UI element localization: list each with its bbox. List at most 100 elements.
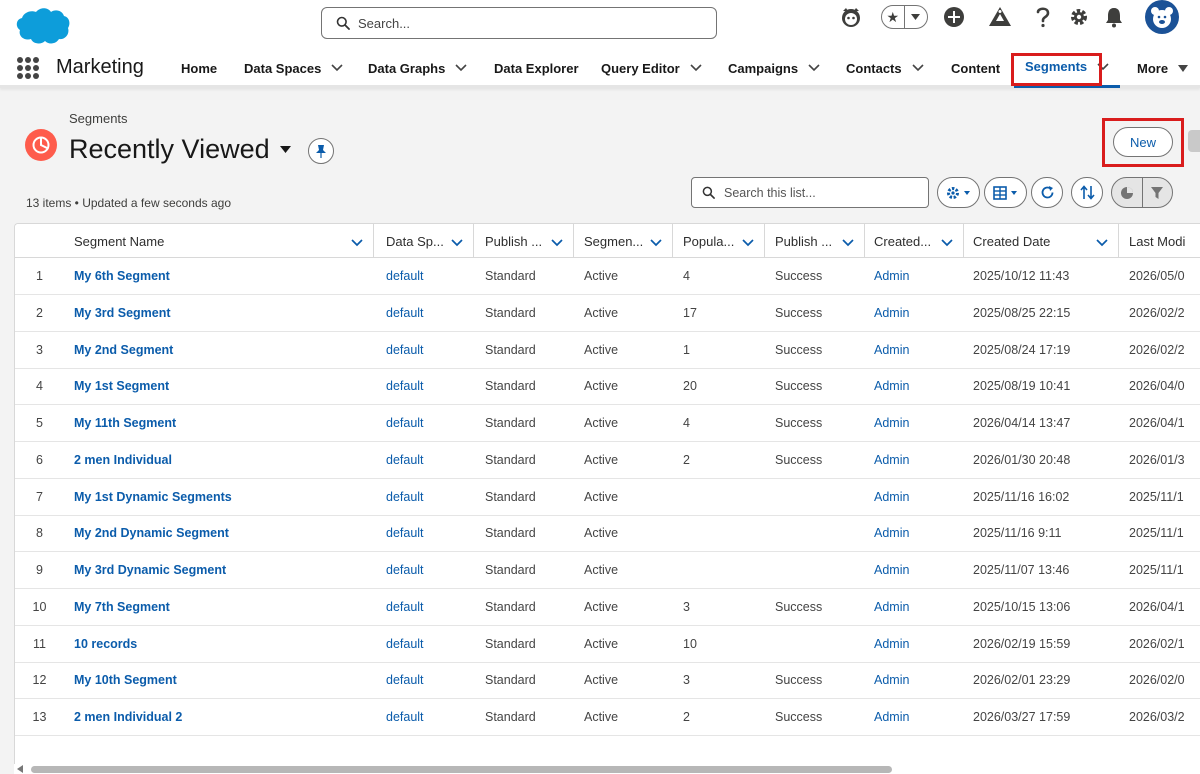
chevron-down-icon[interactable] <box>808 64 820 72</box>
table-row[interactable]: 6 2 men Individual default Standard Active 2 S… <box>15 442 1200 479</box>
cell-segment-name[interactable]: My 2nd Dynamic Segment <box>64 515 374 551</box>
table-row[interactable]: 5 My 11th Segment default Standard Active 4 Su… <box>15 405 1200 442</box>
chevron-down-icon[interactable] <box>1096 235 1108 250</box>
favorites-group[interactable]: ★ <box>881 5 928 29</box>
cell-created-by[interactable]: Admin <box>864 479 964 515</box>
table-row[interactable]: 11 10 records default Standard Active 10 Admin… <box>15 626 1200 663</box>
column-header-created-date[interactable]: Created Date <box>963 224 1119 258</box>
side-panel-toggle[interactable] <box>1188 130 1200 152</box>
nav-item-segments[interactable]: Segments <box>1014 48 1120 88</box>
table-row[interactable]: 8 My 2nd Dynamic Segment default Standard Ac… <box>15 515 1200 553</box>
table-row[interactable]: 1 My 6th Segment default Standard Active 4 Suc… <box>15 258 1200 295</box>
nav-item-data-spaces[interactable]: Data Spaces <box>244 48 343 88</box>
column-header-publish-status[interactable]: Publish ... <box>765 224 865 258</box>
cell-data-space[interactable]: default <box>376 295 474 331</box>
cell-segment-name[interactable]: My 3rd Dynamic Segment <box>64 552 374 588</box>
cell-segment-name[interactable]: My 2nd Segment <box>64 332 374 368</box>
filter-icon[interactable] <box>1143 178 1173 207</box>
cell-segment-name[interactable]: My 3rd Segment <box>64 295 374 331</box>
user-avatar-icon[interactable] <box>1145 0 1179 34</box>
cell-segment-name[interactable]: My 6th Segment <box>64 258 374 294</box>
table-row[interactable]: 2 My 3rd Segment default Standard Active 17 Su… <box>15 295 1200 332</box>
global-search-input[interactable]: Search... <box>321 7 717 39</box>
cell-segment-name[interactable]: My 1st Segment <box>64 368 374 404</box>
list-search-input[interactable]: Search this list... <box>691 177 929 208</box>
trailhead-icon[interactable] <box>987 0 1013 34</box>
chevron-down-icon[interactable] <box>690 64 702 72</box>
column-header-created-by[interactable]: Created... <box>864 224 964 258</box>
new-button[interactable]: New <box>1113 127 1173 157</box>
setup-gear-icon[interactable] <box>1068 0 1090 34</box>
cell-data-space[interactable]: default <box>376 626 474 662</box>
cell-data-space[interactable]: default <box>376 368 474 404</box>
list-settings-button[interactable] <box>937 177 980 208</box>
chevron-down-icon[interactable] <box>455 64 467 72</box>
scrollbar-thumb[interactable] <box>31 766 892 773</box>
column-header-data-space[interactable]: Data Sp... <box>376 224 474 258</box>
cell-segment-name[interactable]: 10 records <box>64 626 374 662</box>
cell-segment-name[interactable]: My 7th Segment <box>64 589 374 625</box>
chevron-down-icon[interactable] <box>1178 64 1189 72</box>
chevron-down-icon[interactable] <box>331 64 343 72</box>
cell-data-space[interactable]: default <box>376 442 474 478</box>
nav-item-home[interactable]: Home <box>181 48 217 88</box>
cell-created-by[interactable]: Admin <box>864 589 964 625</box>
nav-item-contacts[interactable]: Contacts <box>846 48 924 88</box>
column-header-population[interactable]: Popula... <box>673 224 765 258</box>
nav-item-campaigns[interactable]: Campaigns <box>728 48 820 88</box>
cell-created-by[interactable]: Admin <box>864 295 964 331</box>
favorites-star-icon[interactable]: ★ <box>882 6 905 28</box>
table-row[interactable]: 7 My 1st Dynamic Segments default Standard A… <box>15 479 1200 516</box>
table-row[interactable]: 10 My 7th Segment default Standard Active 3 Su… <box>15 589 1200 626</box>
cell-created-by[interactable]: Admin <box>864 258 964 294</box>
cell-data-space[interactable]: default <box>376 552 474 588</box>
cell-data-space[interactable]: default <box>376 332 474 368</box>
cell-data-space[interactable]: default <box>376 589 474 625</box>
cell-segment-name[interactable]: My 11th Segment <box>64 405 374 441</box>
cell-data-space[interactable]: default <box>376 662 474 698</box>
add-icon[interactable] <box>942 0 966 34</box>
sort-button[interactable] <box>1071 177 1103 208</box>
chevron-down-icon[interactable] <box>1097 62 1109 71</box>
cell-data-space[interactable]: default <box>376 515 474 551</box>
column-header-last-modified[interactable]: Last Modi <box>1119 224 1200 258</box>
chevron-down-icon[interactable] <box>650 235 662 250</box>
cell-created-by[interactable]: Admin <box>864 368 964 404</box>
cell-created-by[interactable]: Admin <box>864 332 964 368</box>
column-header-segment-status[interactable]: Segmen... <box>574 224 673 258</box>
table-row[interactable]: 13 2 men Individual 2 default Standard Activ… <box>15 699 1200 736</box>
astro-icon[interactable] <box>838 0 864 34</box>
chevron-down-icon[interactable] <box>742 235 754 250</box>
cell-segment-name[interactable]: 2 men Individual <box>64 442 374 478</box>
notification-bell-icon[interactable] <box>1103 0 1125 34</box>
cell-created-by[interactable]: Admin <box>864 442 964 478</box>
cell-created-by[interactable]: Admin <box>864 552 964 588</box>
help-icon[interactable] <box>1034 0 1052 34</box>
cell-segment-name[interactable]: My 10th Segment <box>64 662 374 698</box>
display-as-button[interactable] <box>984 177 1027 208</box>
nav-item-query-editor[interactable]: Query Editor <box>601 48 702 88</box>
cell-created-by[interactable]: Admin <box>864 405 964 441</box>
horizontal-scrollbar[interactable] <box>14 764 1200 774</box>
chevron-down-icon[interactable] <box>551 235 563 250</box>
column-header-publish-type[interactable]: Publish ... <box>475 224 574 258</box>
chevron-down-icon[interactable] <box>941 235 953 250</box>
column-header-segment-name[interactable]: Segment Name <box>64 224 374 258</box>
cell-created-by[interactable]: Admin <box>864 626 964 662</box>
nav-item-data-graphs[interactable]: Data Graphs <box>368 48 467 88</box>
cell-segment-name[interactable]: 2 men Individual 2 <box>64 699 374 735</box>
list-view-selector[interactable]: Recently Viewed <box>69 134 291 165</box>
pin-icon[interactable] <box>308 138 334 164</box>
chevron-down-icon[interactable] <box>912 64 924 72</box>
cell-data-space[interactable]: default <box>376 479 474 515</box>
chevron-down-icon[interactable] <box>351 235 363 250</box>
cell-data-space[interactable]: default <box>376 699 474 735</box>
favorites-menu-chevron-icon[interactable] <box>905 6 927 28</box>
nav-item-content[interactable]: Content <box>951 48 1000 88</box>
app-launcher-icon[interactable] <box>17 57 39 79</box>
salesforce-cloud-logo[interactable] <box>12 7 70 45</box>
chevron-down-icon[interactable] <box>842 235 854 250</box>
cell-created-by[interactable]: Admin <box>864 662 964 698</box>
table-row[interactable]: 3 My 2nd Segment default Standard Active 1 Suc… <box>15 332 1200 369</box>
cell-created-by[interactable]: Admin <box>864 699 964 735</box>
